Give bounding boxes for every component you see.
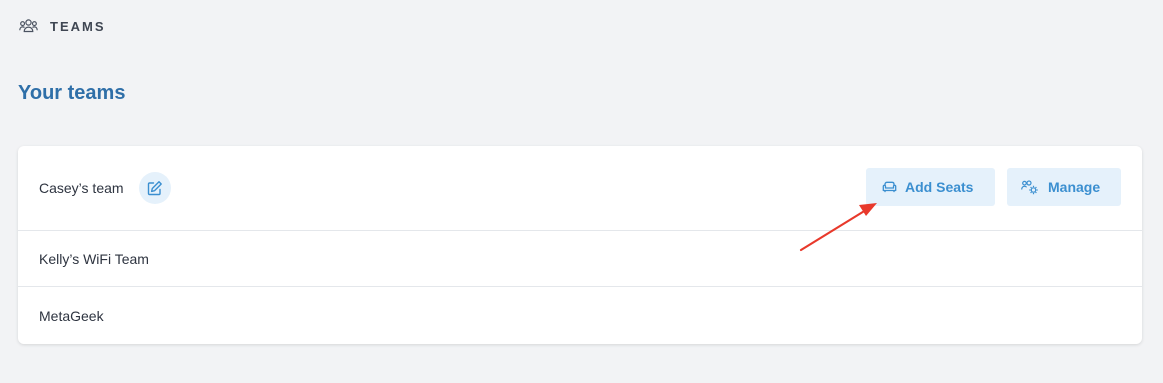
- team-row[interactable]: MetaGeek: [18, 287, 1142, 344]
- sofa-seat-icon: [882, 181, 897, 193]
- users-icon: [18, 16, 38, 36]
- section-title: Your teams: [18, 82, 126, 104]
- teams-list: Casey’s team Add Seats Manage Kelly’s Wi…: [18, 146, 1142, 344]
- page-title: TEAMS: [50, 18, 106, 34]
- edit-team-button[interactable]: [138, 172, 171, 204]
- add-seats-label: Add Seats: [905, 179, 974, 195]
- team-name: Casey’s team: [39, 180, 124, 196]
- edit-pencil-icon: [147, 180, 163, 196]
- team-name: Kelly’s WiFi Team: [39, 250, 149, 267]
- team-row[interactable]: Kelly’s WiFi Team: [18, 231, 1142, 287]
- manage-button[interactable]: Manage: [1007, 168, 1121, 206]
- team-actions: Add Seats Manage: [866, 168, 1121, 206]
- add-seats-button[interactable]: Add Seats: [866, 168, 995, 206]
- team-row[interactable]: Casey’s team Add Seats Manage: [18, 146, 1142, 231]
- page-header: TEAMS: [18, 14, 106, 38]
- manage-label: Manage: [1048, 179, 1101, 195]
- team-name: MetaGeek: [39, 307, 104, 324]
- users-gear-icon: [1021, 179, 1040, 195]
